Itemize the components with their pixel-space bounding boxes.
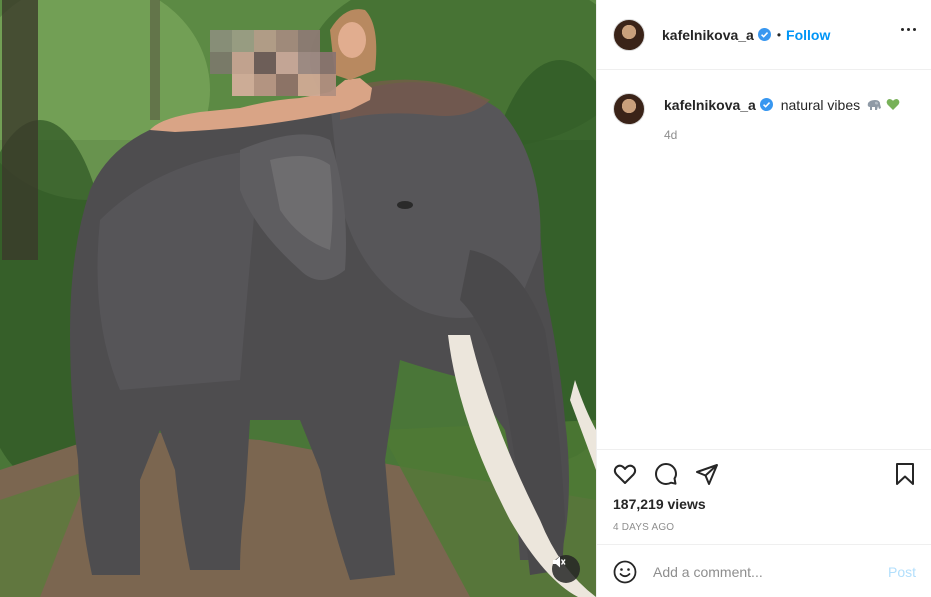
post-comment-button[interactable]: Post: [888, 564, 916, 580]
view-count[interactable]: 187,219 views: [613, 496, 706, 512]
avatar[interactable]: [613, 18, 645, 51]
verified-badge-icon: [759, 98, 773, 111]
separator-dot: •: [776, 27, 782, 42]
username-link[interactable]: kafelnikova_a: [662, 27, 754, 43]
video-frame: [0, 0, 596, 597]
heart-icon[interactable]: [613, 462, 637, 486]
share-icon[interactable]: [695, 462, 719, 486]
caption-text-line: kafelnikova_a natural vibes: [664, 97, 900, 113]
caption-timestamp[interactable]: 4d: [664, 128, 677, 142]
comment-input[interactable]: [653, 563, 873, 580]
speaker-muted-icon: [553, 556, 566, 568]
comment-bar: Post: [597, 544, 931, 597]
elephant-emoji-icon: [867, 100, 882, 110]
caption-text: natural vibes: [780, 97, 861, 113]
mute-button[interactable]: [552, 555, 580, 583]
post-header: kafelnikova_a • Follow: [597, 0, 931, 70]
follow-button[interactable]: Follow: [786, 27, 830, 43]
caption-avatar[interactable]: [613, 93, 645, 125]
post-media-video[interactable]: [0, 0, 596, 597]
verified-badge-icon: [757, 28, 771, 41]
comment-icon[interactable]: [654, 462, 678, 486]
more-horizontal-icon[interactable]: [901, 28, 916, 31]
post-date[interactable]: 4 DAYS AGO: [613, 522, 674, 533]
post-details-panel: kafelnikova_a • Follow kafelnikova_a nat…: [596, 0, 931, 597]
caption-username[interactable]: kafelnikova_a: [664, 97, 756, 113]
bookmark-icon[interactable]: [893, 462, 917, 486]
actions-section: 187,219 views 4 DAYS AGO Post: [597, 449, 931, 597]
action-icons: [613, 462, 719, 486]
green-heart-emoji-icon: [886, 98, 900, 110]
smile-icon[interactable]: [613, 560, 637, 584]
